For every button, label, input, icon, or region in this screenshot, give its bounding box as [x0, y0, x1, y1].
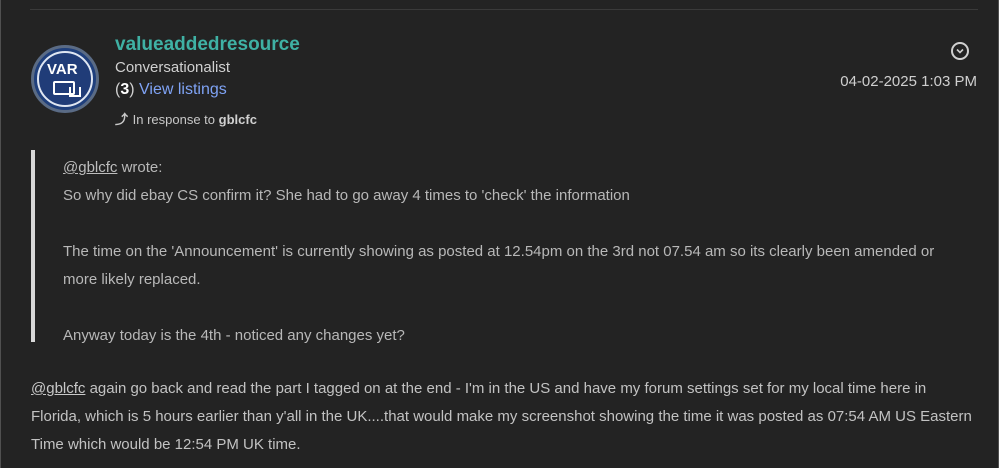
post-divider [30, 9, 978, 10]
feedback-count[interactable]: 3 [120, 81, 129, 98]
quote-line: Anyway today is the 4th - noticed any ch… [63, 327, 405, 344]
chevron-down-circle-icon[interactable] [951, 42, 969, 60]
reply-text: again go back and read the part I tagged… [31, 380, 972, 453]
reply-arrow-icon: ⤴ [115, 112, 129, 127]
quoted-message: @gblcfc wrote: So why did ebay CS confir… [63, 154, 963, 350]
cart-icon [69, 87, 81, 97]
quote-line: So why did ebay CS confirm it? She had t… [63, 187, 630, 204]
avatar-logo-text: VAR [47, 61, 78, 78]
quote-bar [31, 150, 35, 342]
author-feedback: (3) View listings [115, 81, 227, 99]
in-response-to-label: In response to [132, 112, 216, 127]
reply-mention-link[interactable]: @gblcfc [31, 380, 85, 397]
in-response-to: ⤴ In response to gblcfc [115, 109, 257, 128]
quote-wrote: wrote: [117, 159, 163, 176]
author-username[interactable]: valueaddedresource [115, 34, 300, 56]
reply-message: @gblcfc again go back and read the part … [31, 375, 976, 459]
window-left-edge [0, 0, 1, 468]
view-listings-link[interactable]: View listings [139, 81, 227, 98]
quote-mention-link[interactable]: @gblcfc [63, 159, 117, 176]
avatar[interactable]: VAR [31, 45, 99, 113]
post-timestamp: 04-02-2025 1:03 PM [840, 73, 977, 90]
quote-line: The time on the 'Announcement' is curren… [63, 243, 935, 288]
avatar-logo: VAR [37, 51, 93, 107]
author-rank: Conversationalist [115, 59, 231, 76]
feedback-close-paren: ) [129, 81, 135, 98]
quote-header: @gblcfc wrote: [63, 154, 963, 182]
in-response-to-user[interactable]: gblcfc [219, 112, 257, 127]
